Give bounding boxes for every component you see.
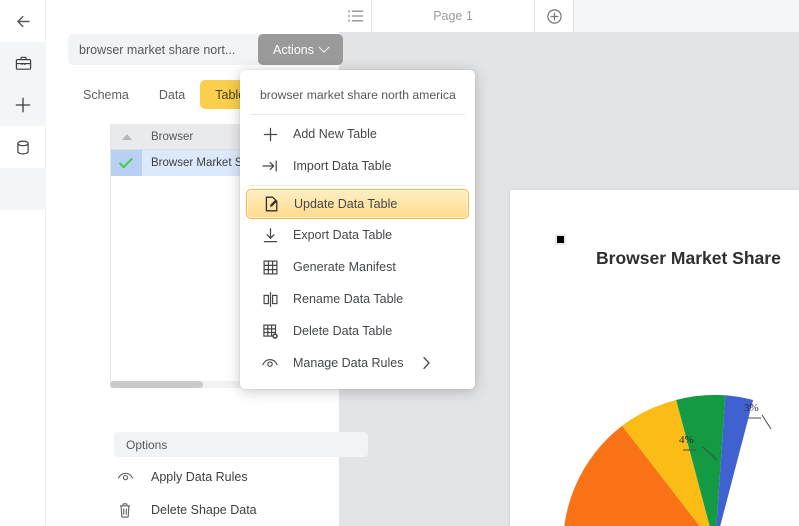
dataset-name-bar: browser market share nort... Actions	[68, 34, 343, 65]
menu-divider	[250, 185, 465, 186]
delete-shape-data-option[interactable]: Delete Shape Data	[114, 498, 257, 522]
grid-delete-icon	[260, 321, 280, 341]
chart-title: Browser Market Share	[596, 248, 781, 269]
database-icon[interactable]	[0, 126, 46, 168]
menu-item-import-data-table[interactable]: Import Data Table	[246, 150, 469, 182]
tab-schema[interactable]: Schema	[68, 80, 144, 109]
rename-icon	[260, 289, 280, 309]
page-tab-bar: Page 1	[339, 0, 799, 33]
menu-item-label: Add New Table	[293, 127, 377, 141]
actions-button-label: Actions	[273, 43, 314, 57]
plus-icon[interactable]	[0, 84, 46, 126]
plus-circle-icon[interactable]	[535, 0, 574, 32]
eye-icon	[260, 353, 280, 373]
menu-item-label: Generate Manifest	[293, 260, 396, 274]
grid-icon	[260, 257, 280, 277]
menu-item-label: Import Data Table	[293, 159, 391, 173]
tab-data[interactable]: Data	[144, 80, 200, 109]
pie-slices	[563, 395, 799, 526]
menu-item-rename-data-table[interactable]: Rename Data Table	[246, 283, 469, 315]
actions-button[interactable]: Actions	[258, 34, 343, 65]
row-checkbox[interactable]	[111, 150, 142, 176]
selection-handle[interactable]	[555, 234, 566, 245]
menu-item-manage-data-rules[interactable]: Manage Data Rules	[246, 347, 469, 379]
menu-item-generate-manifest[interactable]: Generate Manifest	[246, 251, 469, 283]
panel-tabs: Schema Data Table	[68, 80, 260, 109]
page-edit-icon	[261, 194, 281, 214]
page-tab-page-1[interactable]: Page 1	[372, 0, 535, 32]
select-all-header[interactable]	[111, 124, 142, 149]
menu-item-export-data-table[interactable]: Export Data Table	[246, 219, 469, 251]
menu-item-label: Rename Data Table	[293, 292, 403, 306]
menu-item-label: Delete Data Table	[293, 324, 392, 338]
pie-label-3pct: 3%	[744, 402, 759, 414]
actions-dropdown-menu: browser market share north america Add N…	[240, 70, 475, 389]
trash-icon	[114, 502, 136, 519]
chevron-down-icon	[318, 41, 329, 52]
apply-data-rules-label: Apply Data Rules	[151, 470, 248, 484]
page-sheet[interactable]: Browser Market Share	[510, 190, 799, 526]
column-header-browser-label: Browser	[151, 131, 193, 143]
apply-data-rules-option[interactable]: Apply Data Rules	[114, 465, 248, 489]
back-arrow-icon[interactable]	[0, 0, 46, 42]
dataset-name-input[interactable]: browser market share nort...	[68, 34, 262, 65]
menu-item-update-data-table[interactable]: Update Data Table	[246, 189, 469, 219]
menu-item-label: Export Data Table	[293, 228, 392, 242]
horizontal-scrollbar-thumb[interactable]	[110, 381, 203, 388]
sort-caret-icon	[122, 134, 132, 140]
check-icon	[119, 154, 133, 168]
menu-item-label: Update Data Table	[294, 197, 397, 211]
delete-shape-data-label: Delete Shape Data	[151, 503, 257, 517]
app-window: browser market share nort... Actions Sch…	[0, 0, 799, 526]
menu-item-add-new-table[interactable]: Add New Table	[246, 118, 469, 150]
menu-item-label: Manage Data Rules	[293, 356, 403, 370]
import-arrow-icon	[260, 156, 280, 176]
pie-label-4pct: 4%	[679, 434, 694, 446]
briefcase-icon[interactable]	[0, 42, 46, 84]
menu-item-delete-data-table[interactable]: Delete Data Table	[246, 315, 469, 347]
download-arrow-icon	[260, 225, 280, 245]
pie-chart[interactable]: 4% 3% 3%	[510, 276, 799, 526]
pie-chart-svg	[510, 276, 799, 526]
chevron-right-icon	[422, 356, 431, 370]
eye-icon	[114, 471, 136, 483]
options-section-title: Options	[114, 432, 368, 457]
list-icon[interactable]	[339, 0, 372, 32]
plus-icon	[260, 124, 280, 144]
menu-divider	[250, 114, 465, 115]
rail-spacer	[0, 168, 46, 210]
left-icon-rail	[0, 0, 46, 526]
menu-header-title: browser market share north america	[240, 78, 475, 111]
